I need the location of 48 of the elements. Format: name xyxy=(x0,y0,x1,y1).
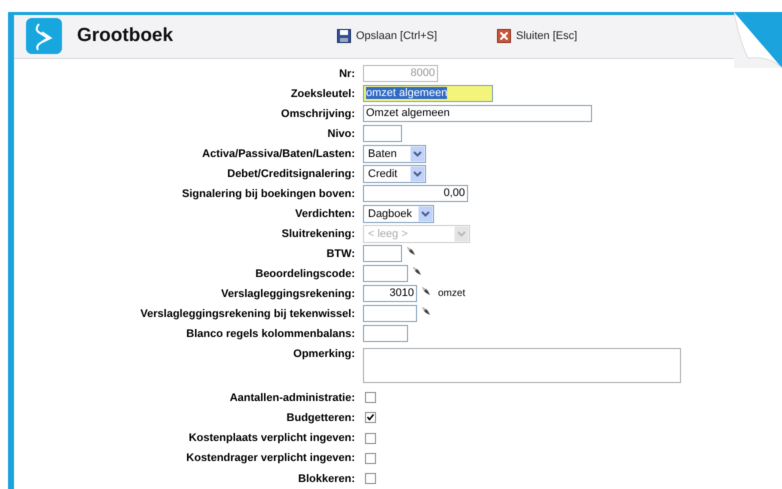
field-label: Kostendrager verplicht ingeven: xyxy=(185,451,355,466)
input-field[interactable] xyxy=(363,325,408,342)
lookup-icon[interactable] xyxy=(406,246,416,256)
input-field[interactable] xyxy=(363,305,417,322)
field-label: Blanco regels kolommenbalans: xyxy=(185,326,355,342)
input-field[interactable] xyxy=(363,265,408,282)
lookup-icon[interactable] xyxy=(421,286,431,296)
input-field[interactable] xyxy=(363,125,402,142)
checkbox[interactable] xyxy=(365,432,376,444)
field-label: Debet/Creditsignalering: xyxy=(226,166,355,182)
close-button[interactable]: Sluiten [Esc] xyxy=(497,29,578,44)
input-field[interactable]: 0,00 xyxy=(363,185,468,202)
field-label: Beoordelingscode: xyxy=(254,266,355,282)
dropdown[interactable]: Dagboek xyxy=(363,204,434,223)
field-label: Omschrijving: xyxy=(280,106,355,122)
lookup-icon[interactable] xyxy=(412,266,422,276)
input-field[interactable] xyxy=(363,245,402,262)
field-label: Blokkeren: xyxy=(297,472,355,487)
field-label: BTW: xyxy=(325,246,355,262)
page-title: Grootboek xyxy=(77,25,174,48)
checkbox[interactable] xyxy=(365,453,376,464)
account-name: omzet xyxy=(438,288,466,300)
field-label: Signalering bij boekingen boven: xyxy=(181,186,355,202)
field-label: Budgetteren: xyxy=(286,410,355,426)
dropdown[interactable]: Baten xyxy=(363,144,426,163)
dropdown[interactable]: Credit xyxy=(363,164,426,183)
field-label: Nr: xyxy=(338,66,355,82)
field-label: Verdichten: xyxy=(294,206,355,222)
field-label: Sluitrekening: xyxy=(280,226,355,242)
input-field[interactable]: omzet algemeen xyxy=(363,85,493,102)
field-label: Zoeksleutel: xyxy=(290,86,355,102)
field-label: Aantallen-administratie: xyxy=(228,390,355,406)
field-label: Activa/Passiva/Baten/Lasten: xyxy=(201,146,355,162)
save-button[interactable]: Opslaan [Ctrl+S] xyxy=(337,29,438,44)
field-label: Kostenplaats verplicht ingeven: xyxy=(188,431,355,446)
field-label: Opmerking: xyxy=(292,346,355,362)
checkbox[interactable] xyxy=(365,412,376,424)
checkbox[interactable] xyxy=(365,392,376,404)
field-label: Verslagleggingsrekening bij tekenwissel: xyxy=(139,306,355,322)
text-area[interactable] xyxy=(363,348,681,383)
input-field[interactable]: Omzet algemeen xyxy=(363,105,592,122)
logo-icon xyxy=(26,18,62,54)
checkbox[interactable] xyxy=(365,473,376,484)
input-field[interactable]: 3010 xyxy=(363,285,417,302)
field-label: Verslagleggingsrekening: xyxy=(220,286,355,302)
close-icon xyxy=(497,29,512,44)
field-label: Nivo: xyxy=(326,126,355,142)
lookup-icon[interactable] xyxy=(421,306,431,316)
